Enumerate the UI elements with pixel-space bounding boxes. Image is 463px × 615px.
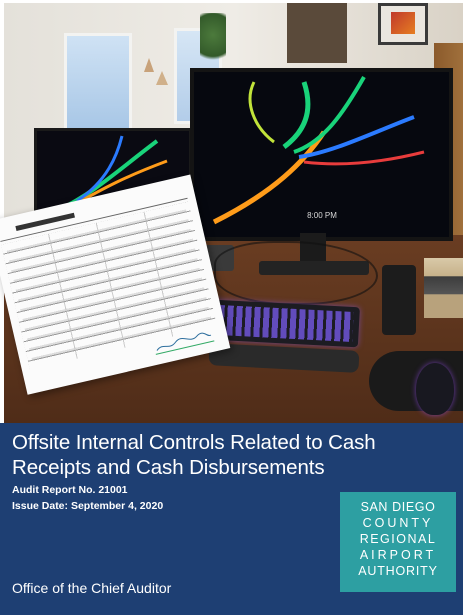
- office-name: Office of the Chief Auditor: [12, 580, 172, 596]
- audit-report-number: Audit Report No. 21001: [12, 484, 128, 496]
- logo-text: AIRPORT: [359, 548, 437, 562]
- room-window: [64, 33, 132, 134]
- logo-text: AUTHORITY: [358, 564, 438, 578]
- airport-authority-logo: SAN DIEGO COUNTY REGIONAL AIRPORT AUTHOR…: [340, 492, 456, 592]
- plant: [200, 13, 226, 68]
- mouse: [416, 363, 454, 415]
- report-title-line: Receipts and Cash Disbursements: [12, 456, 325, 479]
- wall-decoration: [156, 71, 168, 85]
- monitor-clock: 8:00 PM: [307, 211, 337, 220]
- report-title: Offsite Internal Controls Related to Cas…: [12, 430, 457, 480]
- books: [424, 258, 463, 318]
- report-title-line: Offsite Internal Controls Related to Cas…: [12, 431, 376, 454]
- speaker: [382, 265, 416, 335]
- report-cover: 8:00 PM Offsite Internal Controls Relate…: [0, 0, 463, 615]
- wall-decoration: [144, 58, 154, 72]
- doorway: [287, 3, 347, 63]
- logo-text: COUNTY: [362, 516, 434, 530]
- desktop-monitor: 8:00 PM: [190, 68, 453, 241]
- logo-text: REGIONAL: [359, 532, 437, 546]
- logo-text: SAN DIEGO: [360, 500, 436, 514]
- form-title-bar: [15, 212, 75, 232]
- issue-date: Issue Date: September 4, 2020: [12, 500, 164, 512]
- wall-picture-frame: [378, 3, 428, 45]
